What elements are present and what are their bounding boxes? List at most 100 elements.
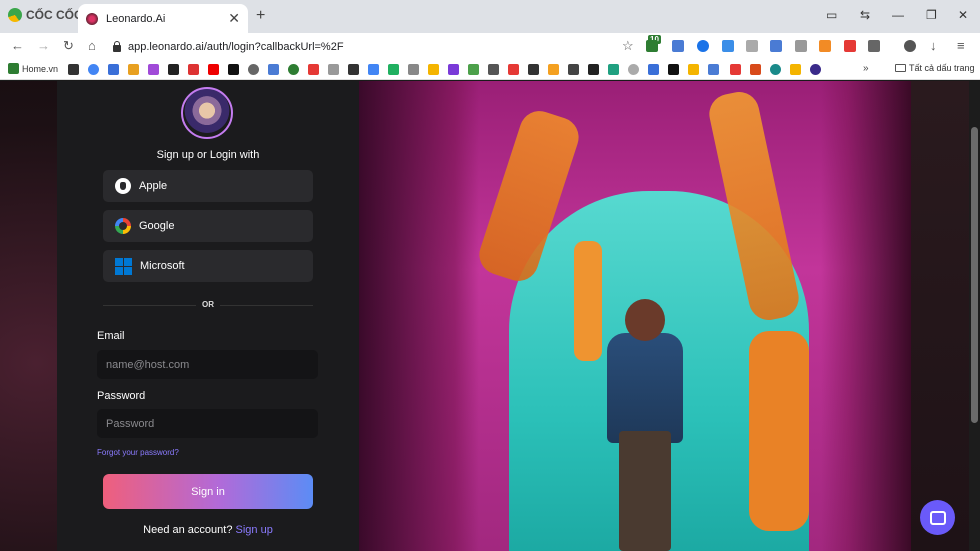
tab-title: Leonardo.Ai	[106, 12, 166, 25]
bookmark-icon[interactable]	[148, 64, 159, 75]
extension-icon-2[interactable]	[697, 40, 709, 52]
close-tab-icon[interactable]: ✕	[228, 10, 240, 27]
extension-icon-7[interactable]	[819, 40, 831, 52]
bookmark-icon[interactable]	[288, 64, 299, 75]
bookmark-icon[interactable]	[688, 64, 699, 75]
chat-icon	[929, 510, 946, 525]
profile-avatar[interactable]	[904, 40, 916, 52]
google-login-button[interactable]: Google	[103, 210, 313, 242]
bookmark-icon[interactable]	[128, 64, 139, 75]
restore-button[interactable]: ❐	[926, 8, 937, 22]
scrollbar-thumb[interactable]	[971, 127, 978, 423]
cave-wall-left	[359, 81, 479, 551]
bookmark-icon[interactable]	[708, 64, 719, 75]
address-bar[interactable]: app.leonardo.ai/auth/login?callbackUrl=%…	[112, 36, 640, 57]
password-field[interactable]	[97, 409, 318, 438]
bookmark-home[interactable]: Home.vn	[8, 63, 58, 74]
bookmark-icon[interactable]	[750, 64, 761, 75]
bookmark-icon[interactable]	[268, 64, 279, 75]
bookmark-icon[interactable]	[588, 64, 599, 75]
bookmark-icon[interactable]	[228, 64, 239, 75]
browser-brand[interactable]: CỐC CỐC	[8, 8, 83, 22]
cave-wall-right	[821, 81, 911, 551]
need-account-text: Need an account?	[143, 524, 233, 536]
page: Sign up or Login with Apple Google Micro…	[0, 81, 980, 551]
translate-extension-icon[interactable]	[672, 40, 684, 52]
bookmark-icon[interactable]	[348, 64, 359, 75]
extension-icon-5[interactable]	[770, 40, 782, 52]
reload-button[interactable]: ↻	[63, 38, 74, 54]
bookmark-icon[interactable]	[388, 64, 399, 75]
bookmark-icon[interactable]	[428, 64, 439, 75]
bookmark-icon[interactable]	[108, 64, 119, 75]
bookmark-star-icon[interactable]: ☆	[622, 38, 634, 54]
bookmark-icon[interactable]	[508, 64, 519, 75]
apple-login-button[interactable]: Apple	[103, 170, 313, 202]
microsoft-login-button[interactable]: Microsoft	[103, 250, 313, 282]
apple-label: Apple	[139, 180, 168, 192]
tab-leonardo[interactable]: Leonardo.Ai ✕	[78, 4, 248, 33]
or-separator: OR	[196, 296, 220, 314]
sign-up-link[interactable]: Sign up	[236, 524, 273, 536]
new-tab-button[interactable]: +	[256, 7, 265, 25]
menu-icon[interactable]: ≡	[957, 38, 965, 53]
google-icon	[115, 218, 131, 234]
extension-icon-4[interactable]	[746, 40, 758, 52]
bookmark-icon[interactable]	[528, 64, 539, 75]
browser-brand-label: CỐC CỐC	[26, 8, 83, 22]
bookmark-icon[interactable]	[408, 64, 419, 75]
minimize-button[interactable]: —	[892, 8, 904, 22]
extension-icon-6[interactable]	[795, 40, 807, 52]
email-field[interactable]	[97, 350, 318, 379]
bookmark-icon[interactable]	[488, 64, 499, 75]
back-button[interactable]: ←	[11, 38, 24, 53]
forgot-password-link[interactable]: Forgot your password?	[97, 448, 179, 457]
leonardo-logo	[181, 87, 233, 139]
apple-icon	[115, 178, 131, 194]
hero-artwork	[359, 81, 911, 551]
bookmark-icon[interactable]	[248, 64, 259, 75]
bookmark-icon[interactable]	[468, 64, 479, 75]
bookmark-icon[interactable]	[88, 64, 99, 75]
bookmark-icon[interactable]	[368, 64, 379, 75]
login-panel: Sign up or Login with Apple Google Micro…	[57, 81, 359, 551]
extensions-menu-icon[interactable]	[868, 40, 880, 52]
extension-icon-8[interactable]	[844, 40, 856, 52]
bookmark-icon[interactable]	[168, 64, 179, 75]
bookmark-icon[interactable]	[568, 64, 579, 75]
tab-search-icon[interactable]: ⇆	[860, 8, 870, 22]
bookmarks-more-button[interactable]: »	[863, 63, 869, 74]
bookmark-icon[interactable]	[548, 64, 559, 75]
bookmark-icon[interactable]	[188, 64, 199, 75]
bookmark-icon[interactable]	[608, 64, 619, 75]
scrollbar[interactable]	[969, 81, 980, 551]
youtube-bookmark-icon[interactable]	[208, 64, 219, 75]
bookmark-icon[interactable]	[648, 64, 659, 75]
extension-icon-3[interactable]	[722, 40, 734, 52]
home-vn-icon	[8, 63, 19, 74]
forward-button[interactable]: →	[37, 38, 50, 53]
bookmark-icon[interactable]	[790, 64, 801, 75]
bookmark-icon[interactable]	[68, 64, 79, 75]
screenshot-icon[interactable]: ▭	[826, 8, 837, 22]
bookmark-icon[interactable]	[668, 64, 679, 75]
toolbar: ← → ↻ ⌂ app.leonardo.ai/auth/login?callb…	[0, 33, 980, 60]
bookmark-icon[interactable]	[810, 64, 821, 75]
explorer-head	[625, 299, 665, 341]
bookmark-icon[interactable]	[448, 64, 459, 75]
adblock-extension-icon[interactable]	[646, 40, 658, 52]
chat-support-button[interactable]	[920, 500, 955, 535]
bookmark-icon[interactable]	[308, 64, 319, 75]
close-window-button[interactable]: ✕	[958, 8, 968, 22]
sign-in-button[interactable]: Sign in	[103, 474, 313, 509]
tab-bar: CỐC CỐC Leonardo.Ai ✕ + ▭ ⇆ — ❐ ✕	[0, 0, 980, 33]
microsoft-icon	[115, 257, 132, 275]
folder-icon	[895, 64, 906, 72]
bookmark-icon[interactable]	[328, 64, 339, 75]
bookmark-icon[interactable]	[730, 64, 741, 75]
download-icon[interactable]: ↓	[930, 38, 937, 53]
bookmark-icon[interactable]	[628, 64, 639, 75]
bookmark-icon[interactable]	[770, 64, 781, 75]
all-bookmarks-button[interactable]: Tất cả dấu trang	[895, 63, 975, 73]
home-button[interactable]: ⌂	[88, 38, 96, 53]
